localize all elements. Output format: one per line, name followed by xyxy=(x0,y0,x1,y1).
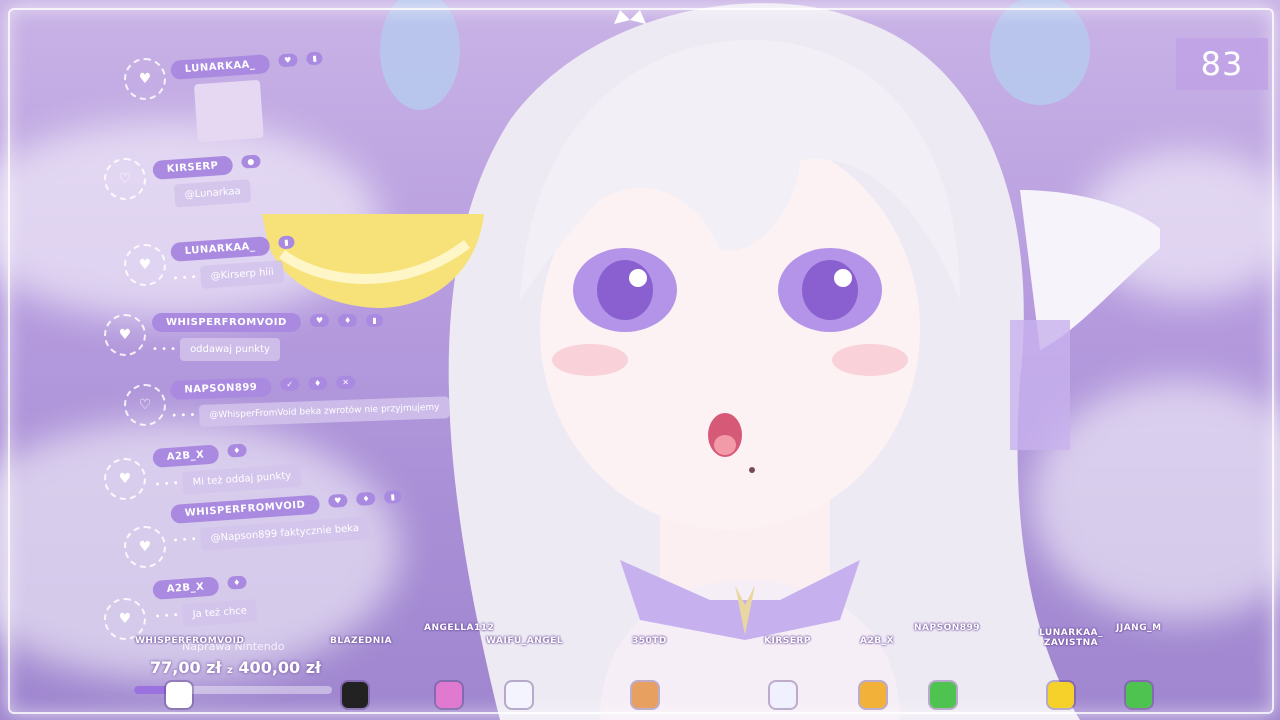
viewer-name: WHISPERFROMVOID xyxy=(135,636,245,646)
chat-username[interactable]: LUNARKAA_ xyxy=(170,236,270,262)
heart-icon: ♥ xyxy=(124,244,166,286)
viewer-avatar-icon[interactable] xyxy=(860,682,886,708)
viewer-avatar-icon[interactable] xyxy=(436,682,462,708)
emote-sticker xyxy=(193,79,264,143)
viewer-avatar-icon[interactable] xyxy=(632,682,658,708)
heart-icon: ♥ xyxy=(104,314,146,356)
viewer-avatar-icon[interactable] xyxy=(770,682,796,708)
goal-current: 77,00 zł xyxy=(150,658,222,677)
goal-values: 77,00 zł z 400,00 zł xyxy=(150,658,321,677)
viewer-name: JJANG_M xyxy=(1116,623,1162,633)
sub-badge-icon: ▮ xyxy=(366,314,383,327)
chat-username[interactable]: A2B_X xyxy=(152,576,219,600)
badge-icon: ✓ xyxy=(280,377,300,392)
badge-icon: ♦ xyxy=(338,314,358,327)
heart-icon: ♡ xyxy=(124,384,166,426)
viewer-avatar-icon[interactable] xyxy=(506,682,532,708)
chat-username[interactable]: A2B_X xyxy=(152,444,219,468)
viewer-name: BLAZEDNIA xyxy=(330,636,393,646)
viewer-name: WAIFU_ANGEL xyxy=(486,636,564,646)
viewer-avatar-icon[interactable] xyxy=(342,682,368,708)
heart-icon: ♡ xyxy=(104,158,146,200)
goal-target: 400,00 zł xyxy=(238,658,321,677)
heart-badge-icon: ♥ xyxy=(309,314,330,327)
viewer-avatar-icon[interactable] xyxy=(930,682,956,708)
goal-separator: z xyxy=(227,665,233,676)
chat-message: A2B_X ♦ • • • Ja też chce xyxy=(152,571,258,629)
badge-icon: ♦ xyxy=(226,575,247,590)
chat-username[interactable]: WHISPERFROMVOID xyxy=(152,313,301,332)
viewer-name: LUNARKAA_ ZAVISTNA xyxy=(1038,628,1104,648)
chat-message: KIRSERP ● @Lunarkaa xyxy=(152,150,263,208)
viewer-name: 350TD xyxy=(632,636,667,646)
viewer-avatar-icon[interactable] xyxy=(1048,682,1074,708)
sub-badge-icon: ▮ xyxy=(384,489,402,505)
viewer-name: KIRSERP xyxy=(764,636,811,646)
viewer-avatar-icon[interactable] xyxy=(166,682,192,708)
heart-icon: ♥ xyxy=(124,526,166,568)
sub-badge-icon: ▮ xyxy=(277,235,296,250)
goal-progress-bar xyxy=(134,686,332,694)
viewer-avatar-icon[interactable] xyxy=(1126,682,1152,708)
chat-username[interactable]: LUNARKAA_ xyxy=(170,54,270,80)
badge-icon: ♦ xyxy=(226,443,247,458)
viewer-count: 83 xyxy=(1176,38,1268,90)
badge-icon: ♦ xyxy=(307,376,328,391)
viewer-name: ANGELLA112 xyxy=(424,623,495,633)
chat-message: NAPSON899 ✓ ♦ ✕ • • • @WhisperFromVoid be… xyxy=(170,368,450,428)
heart-icon: ♥ xyxy=(104,458,146,500)
badge-icon: ♦ xyxy=(355,491,376,506)
chat-text: oddawaj punkty xyxy=(180,338,280,361)
chat-username[interactable]: NAPSON899 xyxy=(170,377,272,400)
viewer-name: NAPSON899 xyxy=(914,623,981,633)
badge-icon: ● xyxy=(240,154,261,169)
chat-message: WHISPERFROMVOID ♥ ♦ ▮ • • • oddawaj punkt… xyxy=(152,310,383,361)
sub-badge-icon: ▮ xyxy=(305,51,324,66)
chat-username[interactable]: KIRSERP xyxy=(152,155,234,180)
viewer-name: A2B_X xyxy=(860,636,895,646)
heart-badge-icon: ♥ xyxy=(277,53,298,68)
chat-message: LUNARKAA_ ▮ • • • @Kirserp hiii xyxy=(170,231,297,291)
chat-message: LUNARKAA_ ♥ ▮ xyxy=(170,47,328,147)
heart-icon: ♥ xyxy=(124,58,166,100)
heart-icon: ♥ xyxy=(104,598,146,640)
heart-badge-icon: ♥ xyxy=(327,493,348,508)
badge-icon: ✕ xyxy=(336,375,356,390)
chat-message: A2B_X ♦ • • • Mi też oddaj punkty xyxy=(152,436,302,497)
